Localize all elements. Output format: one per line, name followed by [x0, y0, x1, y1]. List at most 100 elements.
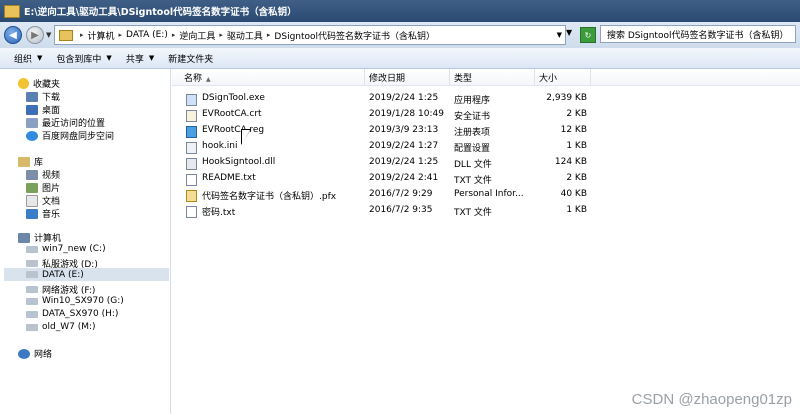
breadcrumb-item[interactable]: 驱动工具	[227, 29, 263, 42]
nav-item-drive-m[interactable]: old_W7 (M:)	[26, 322, 96, 332]
file-name: HookSigntool.dll	[202, 157, 276, 167]
nav-item-drive-h[interactable]: DATA_SX970 (H:)	[26, 309, 118, 319]
nav-header-label: 计算机	[34, 234, 62, 244]
command-toolbar: 组织 ▼ 包含到库中 ▼ 共享 ▼ 新建文件夹	[0, 48, 800, 69]
nav-item-label: DATA_SX970 (H:)	[42, 309, 119, 319]
file-row[interactable]: EVRootCA.crt 2019/1/28 10:49 安全证书 2 KB	[180, 107, 590, 122]
nav-header-label: 收藏夹	[33, 80, 61, 90]
recent-places-icon	[26, 117, 38, 128]
file-date: 2016/7/2 9:35	[369, 205, 433, 215]
downloads-icon	[26, 91, 38, 102]
file-row[interactable]: HookSigntool.dll 2019/2/24 1:25 DLL 文件 1…	[180, 155, 590, 170]
column-divider[interactable]	[590, 69, 591, 85]
column-header-date[interactable]: 修改日期	[369, 71, 405, 84]
address-bar[interactable]: ▸ 计算机 ▸ DATA (E:) ▸ 逆向工具 ▸ 驱动工具 ▸ DSignt…	[54, 25, 566, 45]
share-button[interactable]: 共享 ▼	[126, 52, 154, 65]
breadcrumb-item[interactable]: DSigntool代码签名数字证书（含私钥）	[274, 29, 435, 42]
pfx-icon	[186, 190, 197, 202]
include-in-library-button[interactable]: 包含到库中 ▼	[56, 52, 111, 65]
file-type: DLL 文件	[454, 160, 492, 170]
nav-header-label: 网络	[34, 350, 53, 360]
drive-icon	[26, 297, 38, 305]
music-icon	[26, 208, 38, 219]
navigation-pane: 收藏夹 下载 桌面 最近访问的位置 百度网盘同步空间 库 视频 图片 文档 音乐…	[0, 69, 171, 414]
refresh-button[interactable]: ↻	[580, 27, 596, 43]
nav-computer[interactable]: 计算机	[18, 231, 61, 244]
include-library-label: 包含到库中	[56, 54, 102, 65]
column-divider[interactable]	[534, 69, 535, 85]
drive-icon	[26, 323, 38, 331]
nav-item-label: 最近访问的位置	[42, 119, 106, 129]
chevron-right-icon[interactable]: ▸	[119, 31, 123, 39]
column-header-size[interactable]: 大小	[539, 71, 557, 84]
chevron-right-icon[interactable]: ▸	[80, 31, 84, 39]
nav-item-label: Win10_SX970 (G:)	[42, 296, 124, 306]
sort-ascending-icon: ▲	[206, 76, 211, 83]
file-name: hook.ini	[202, 141, 238, 151]
column-header-name[interactable]: 名称 ▲	[184, 71, 211, 84]
organize-button[interactable]: 组织 ▼	[14, 52, 42, 65]
file-row[interactable]: 代码签名数字证书（含私钥）.pfx 2016/7/2 9:29 Personal…	[180, 187, 590, 202]
address-row: ◀ ▶ ▼ ▸ 计算机 ▸ DATA (E:) ▸ 逆向工具 ▸ 驱动工具 ▸ …	[0, 22, 800, 48]
chevron-right-icon[interactable]: ▸	[219, 31, 223, 39]
nav-item-pictures[interactable]: 图片	[26, 181, 60, 194]
file-name: EVRootCA.crt	[202, 109, 262, 119]
address-dropdown-icon[interactable]: ▼	[566, 28, 572, 37]
chevron-down-icon: ▼	[106, 54, 112, 62]
nav-network[interactable]: 网络	[18, 347, 52, 360]
file-row[interactable]: DSignTool.exe 2019/2/24 1:25 应用程序 2,939 …	[180, 91, 590, 106]
breadcrumb-item[interactable]: 逆向工具	[179, 29, 215, 42]
nav-item-drive-e[interactable]: DATA (E:)	[4, 268, 169, 281]
file-date: 2016/7/2 9:29	[369, 189, 433, 199]
nav-item-drive-c[interactable]: win7_new (C:)	[26, 244, 106, 254]
nav-item-recent-places[interactable]: 最近访问的位置	[26, 116, 105, 129]
nav-item-drive-g[interactable]: Win10_SX970 (G:)	[26, 296, 124, 306]
new-folder-button[interactable]: 新建文件夹	[168, 52, 213, 65]
recent-pages-dropdown-icon[interactable]: ▼	[46, 31, 54, 39]
picture-icon	[26, 182, 38, 193]
column-header-type[interactable]: 类型	[454, 71, 472, 84]
file-row[interactable]: 密码.txt 2016/7/2 9:35 TXT 文件 1 KB	[180, 203, 590, 218]
text-file-icon	[186, 174, 197, 186]
nav-libraries[interactable]: 库	[18, 155, 43, 168]
breadcrumb-item[interactable]: DATA (E:)	[126, 30, 168, 40]
config-icon	[186, 142, 197, 154]
column-divider[interactable]	[449, 69, 450, 85]
nav-item-desktop[interactable]: 桌面	[26, 103, 60, 116]
forward-button[interactable]: ▶	[26, 26, 44, 44]
breadcrumb: ▸ 计算机 ▸ DATA (E:) ▸ 逆向工具 ▸ 驱动工具 ▸ DSignt…	[76, 29, 435, 42]
baidu-netdisk-icon	[26, 130, 38, 141]
address-dropdown-icon[interactable]: ▼	[557, 31, 562, 39]
chevron-right-icon[interactable]: ▸	[267, 31, 271, 39]
star-icon	[18, 78, 29, 89]
column-divider[interactable]	[364, 69, 365, 85]
mouse-pointer-fill	[242, 130, 250, 144]
drive-icon	[26, 310, 38, 318]
file-name: 代码签名数字证书（含私钥）.pfx	[202, 192, 337, 202]
window-title: E:\逆向工具\驱动工具\DSigntool代码签名数字证书（含私钥）	[24, 7, 297, 18]
file-type: 配置设置	[454, 144, 491, 154]
nav-item-videos[interactable]: 视频	[26, 168, 60, 181]
nav-item-documents[interactable]: 文档	[26, 194, 60, 207]
file-date: 2019/1/28 10:49	[369, 109, 444, 119]
file-date: 2019/2/24 1:27	[369, 141, 439, 151]
nav-item-downloads[interactable]: 下载	[26, 90, 60, 103]
document-icon	[26, 194, 38, 207]
nav-item-baidu-sync[interactable]: 百度网盘同步空间	[26, 129, 114, 142]
nav-item-label: 音乐	[42, 210, 61, 220]
breadcrumb-item[interactable]: 计算机	[88, 29, 115, 42]
file-row[interactable]: README.txt 2019/2/24 2:41 TXT 文件 2 KB	[180, 171, 590, 186]
file-name: README.txt	[202, 173, 256, 183]
back-button[interactable]: ◀	[4, 26, 22, 44]
nav-item-music[interactable]: 音乐	[26, 207, 60, 220]
drive-icon	[26, 245, 38, 253]
nav-item-label: 文档	[42, 197, 61, 207]
nav-item-drive-f[interactable]: 网络游戏 (F:)	[26, 283, 95, 296]
video-icon	[26, 169, 38, 180]
chevron-right-icon[interactable]: ▸	[172, 31, 176, 39]
registry-icon	[186, 126, 197, 138]
search-input[interactable]: 搜索 DSigntool代码签名数字证书（含私钥）	[600, 25, 796, 43]
nav-favorites[interactable]: 收藏夹	[18, 77, 60, 90]
nav-item-label: 图片	[42, 184, 61, 194]
chevron-down-icon: ▼	[148, 54, 155, 62]
